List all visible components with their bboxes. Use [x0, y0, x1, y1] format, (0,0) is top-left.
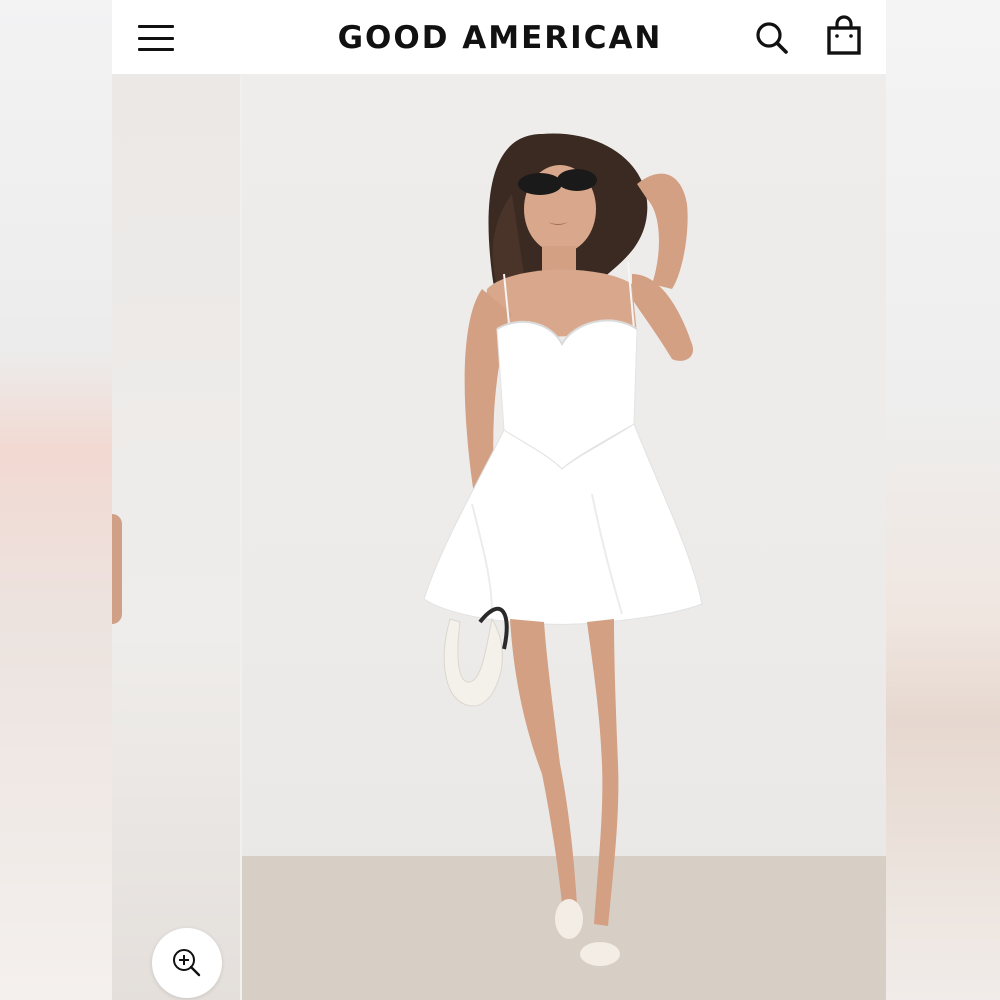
zoom-in-icon — [173, 949, 201, 977]
menu-bar-top — [138, 25, 174, 28]
blurred-backdrop-right — [886, 0, 1000, 1000]
previous-product-photo-edge[interactable] — [112, 74, 240, 1000]
site-header: GOOD AMERICAN — [112, 0, 886, 74]
brand-logo[interactable]: GOOD AMERICAN — [325, 18, 675, 58]
zoom-in-button[interactable] — [152, 928, 222, 998]
model-white-mini-dress-photo[interactable] — [242, 74, 886, 1000]
hamburger-menu-icon[interactable] — [138, 22, 174, 54]
model-illustration — [423, 133, 703, 966]
mobile-page: GOOD AMERICAN — [112, 0, 886, 1000]
blurred-backdrop-left — [0, 0, 112, 1000]
product-image-gallery[interactable] — [112, 74, 886, 1000]
search-icon[interactable] — [752, 18, 792, 58]
shopping-bag-icon[interactable] — [824, 14, 864, 58]
previous-photo-arm — [112, 514, 122, 624]
menu-bar-middle — [138, 36, 174, 40]
menu-bar-bottom — [138, 48, 174, 51]
